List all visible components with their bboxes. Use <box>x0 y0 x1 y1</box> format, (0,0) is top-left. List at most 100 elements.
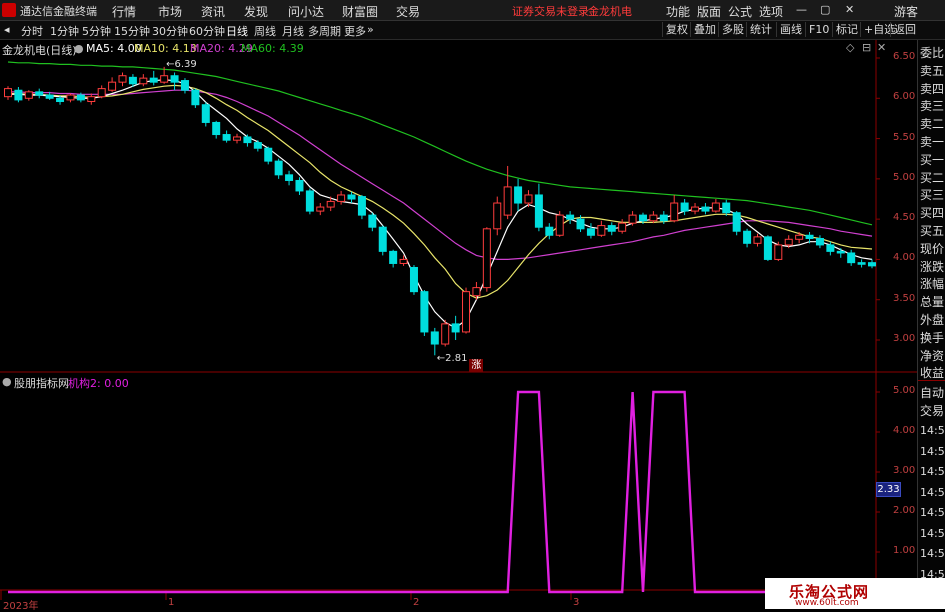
candle <box>285 170 294 186</box>
restore-icon[interactable]: ▢ <box>820 3 830 16</box>
candle <box>180 78 189 94</box>
btn-multistock[interactable]: 多股 <box>718 22 747 37</box>
candle <box>836 248 845 258</box>
period-1min[interactable]: 1分钟 <box>50 23 79 39</box>
period-60min[interactable]: 60分钟 <box>189 23 225 39</box>
guest-user[interactable]: 游客 <box>894 3 918 20</box>
candle <box>763 235 772 262</box>
candle-body <box>784 238 793 246</box>
menu-market[interactable]: 行情 <box>112 3 136 20</box>
chart-canvas[interactable] <box>0 40 917 609</box>
tab-arrow-left-icon[interactable]: ◂ <box>4 23 10 36</box>
btn-mark[interactable]: 标记 <box>832 22 861 37</box>
candle-body <box>753 236 762 244</box>
candle-body <box>638 214 647 222</box>
candle-body <box>409 266 418 293</box>
menu-markets[interactable]: 市场 <box>158 3 182 20</box>
candle <box>420 290 429 336</box>
candle <box>586 223 595 239</box>
candle-body <box>285 174 294 181</box>
candle <box>4 86 12 100</box>
candle-body <box>586 228 595 236</box>
menu-formula[interactable]: 公式 <box>728 3 752 20</box>
candle-body <box>847 252 856 264</box>
period-intraday[interactable]: 分时 <box>21 23 43 39</box>
menu-wealth[interactable]: 财富圈 <box>342 3 378 20</box>
period-more[interactable]: 更多 <box>344 23 366 39</box>
candle-body <box>680 202 689 212</box>
candle <box>378 225 387 256</box>
menu-function[interactable]: 功能 <box>666 3 690 20</box>
candle-body <box>399 258 408 264</box>
app-logo-icon <box>2 3 16 17</box>
period-monthly[interactable]: 月线 <box>282 23 304 39</box>
candle <box>243 134 252 147</box>
candle <box>139 74 148 87</box>
minimize-icon[interactable]: — <box>796 3 807 16</box>
indicator-line <box>8 390 872 594</box>
btn-overlay[interactable]: 叠加 <box>690 22 719 37</box>
menu-news[interactable]: 资讯 <box>201 3 225 20</box>
btn-back[interactable]: 返回 <box>890 22 919 37</box>
candle-body <box>316 206 325 212</box>
period-30min[interactable]: 30分钟 <box>152 23 188 39</box>
low-price-note: ←2.81 <box>436 353 468 365</box>
candle-body <box>607 225 616 232</box>
candle-body <box>503 186 512 216</box>
period-multi[interactable]: 多周期 <box>308 23 341 39</box>
app-title: 通达信金融终端 <box>20 5 97 18</box>
candle-body <box>4 88 12 98</box>
candle-body <box>472 287 481 297</box>
candle-body <box>628 214 637 224</box>
period-weekly[interactable]: 周线 <box>254 23 276 39</box>
candle <box>149 70 158 86</box>
candle <box>253 140 262 152</box>
period-5min[interactable]: 5分钟 <box>82 23 111 39</box>
menu-options[interactable]: 选项 <box>759 3 783 20</box>
candle-body <box>274 160 283 176</box>
candle <box>670 194 679 223</box>
candle-body <box>66 94 75 101</box>
candle <box>597 220 606 237</box>
btn-fuquan[interactable]: 复权 <box>662 22 691 37</box>
y-tick-label: 6.00 <box>893 91 916 103</box>
x-tick-label: 1 <box>168 597 175 608</box>
candle-body <box>743 230 752 244</box>
candle-body <box>836 250 845 254</box>
tick-time: 14:56 <box>920 465 945 478</box>
quote-label: 卖四 <box>920 81 945 96</box>
menu-discover[interactable]: 发现 <box>244 3 268 20</box>
auto-trade-button[interactable]: 自动 <box>920 384 944 401</box>
candle-body <box>378 226 387 252</box>
quote-label: 涨跌 <box>920 259 945 274</box>
candle <box>212 120 221 139</box>
candle <box>118 72 127 87</box>
quote-label: 买一 <box>920 152 945 167</box>
period-daily[interactable]: 日线 <box>226 23 248 39</box>
candle <box>732 211 741 236</box>
candle-body <box>659 214 668 222</box>
btn-stats[interactable]: 统计 <box>746 22 775 37</box>
menu-layout[interactable]: 版面 <box>697 3 721 20</box>
btn-draw[interactable]: 画线 <box>776 22 805 37</box>
stock-name-top: 金龙机电 <box>588 5 632 18</box>
menu-trade[interactable]: 交易 <box>396 3 420 20</box>
menu-ask[interactable]: 问小达 <box>288 3 324 20</box>
candle-body <box>201 104 210 123</box>
quote-label: 换手 <box>920 330 945 345</box>
close-icon[interactable]: ✕ <box>845 3 854 16</box>
candle-body <box>233 136 242 141</box>
login-warning[interactable]: 证券交易未登录 <box>512 3 589 19</box>
btn-f10[interactable]: F10 <box>805 22 832 37</box>
candle <box>409 265 418 295</box>
candle <box>97 85 106 99</box>
candle-body <box>160 75 169 83</box>
period-15min[interactable]: 15分钟 <box>114 23 150 39</box>
candle-body <box>430 331 439 345</box>
candle-body <box>555 214 564 236</box>
candle-body <box>357 196 366 216</box>
candle-body <box>868 262 876 267</box>
candle-body <box>87 96 96 103</box>
more-arrow-icon[interactable]: » <box>367 23 374 36</box>
candle <box>795 232 804 244</box>
